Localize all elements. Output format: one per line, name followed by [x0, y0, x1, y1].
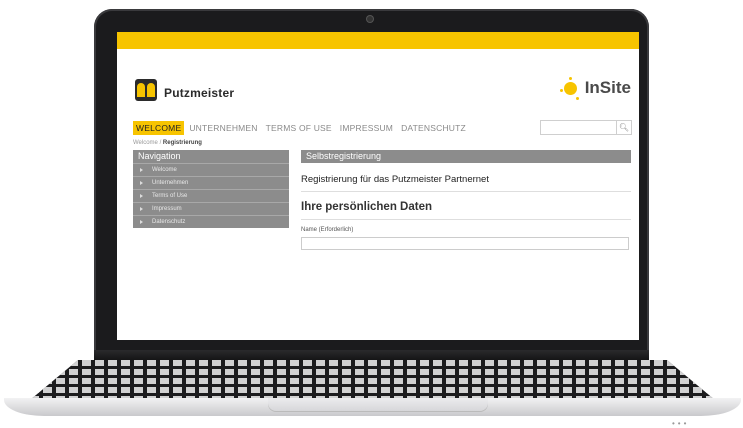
- chevron-right-icon: [140, 220, 143, 224]
- sidebar-item-label: Datenschutz: [152, 219, 186, 225]
- sidebar-item-label: Unternehmen: [152, 180, 189, 186]
- breadcrumb-home[interactable]: Welcome: [133, 140, 158, 146]
- chevron-right-icon: [140, 168, 143, 172]
- sidebar-item-label: Terms of Use: [152, 193, 188, 199]
- camera-icon: [367, 16, 373, 22]
- trackpad: [268, 398, 488, 412]
- sidebar-item-terms[interactable]: Terms of Use: [133, 189, 289, 202]
- putzmeister-logo-icon[interactable]: [135, 79, 157, 101]
- sidebar-item-impressum[interactable]: Impressum: [133, 202, 289, 215]
- breadcrumb-separator: /: [159, 140, 162, 146]
- chevron-right-icon: [140, 181, 143, 185]
- topnav-welcome[interactable]: WELCOME: [133, 121, 185, 135]
- name-field[interactable]: [301, 237, 629, 250]
- section-bar: Selbstregistrierung: [301, 150, 631, 163]
- page-title: Registrierung für das Putzmeister Partne…: [301, 174, 631, 192]
- insite-logo[interactable]: InSite: [585, 78, 631, 98]
- search-icon[interactable]: 🔍︎: [616, 121, 631, 134]
- top-accent-bar: [117, 32, 639, 49]
- sidebar-item-unternehmen[interactable]: Unternehmen: [133, 176, 289, 189]
- section-heading: Ihre persönlichen Daten: [301, 201, 631, 220]
- top-navigation: WELCOME UNTERNEHMEN TERMS OF USE IMPRESS…: [133, 121, 471, 135]
- side-navigation: Navigation Welcome Unternehmen Terms of …: [133, 150, 289, 228]
- chevron-right-icon: [140, 207, 143, 211]
- topnav-impressum[interactable]: IMPRESSUM: [337, 121, 396, 135]
- sidebar-item-datenschutz[interactable]: Datenschutz: [133, 215, 289, 228]
- breadcrumb-current: Registrierung: [162, 140, 202, 146]
- keyboard: [30, 360, 715, 400]
- brand-name[interactable]: Putzmeister: [164, 86, 234, 100]
- insite-ray: [576, 97, 579, 100]
- browser-screen: Putzmeister InSite WELCOME UNTERNEHMEN T…: [117, 32, 639, 340]
- insite-ray: [560, 89, 563, 92]
- chevron-right-icon: [140, 194, 143, 198]
- topnav-datenschutz[interactable]: DATENSCHUTZ: [398, 121, 469, 135]
- sidebar-item-welcome[interactable]: Welcome: [133, 163, 289, 176]
- topnav-unternehmen[interactable]: UNTERNEHMEN: [186, 121, 260, 135]
- main-content: Selbstregistrierung Registrierung für da…: [301, 150, 631, 250]
- name-label: Name (Erforderlich): [301, 227, 354, 233]
- sidebar-item-label: Impressum: [152, 206, 182, 212]
- status-lights: •••: [672, 419, 690, 428]
- sidebar-item-label: Welcome: [152, 167, 177, 173]
- sidenav-title: Navigation: [133, 150, 289, 163]
- search-input[interactable]: 🔍︎: [540, 120, 632, 135]
- breadcrumb: Welcome / Registrierung: [133, 140, 202, 146]
- insite-ray: [569, 77, 572, 80]
- topnav-terms[interactable]: TERMS OF USE: [263, 121, 335, 135]
- insite-logo-icon: [564, 82, 577, 95]
